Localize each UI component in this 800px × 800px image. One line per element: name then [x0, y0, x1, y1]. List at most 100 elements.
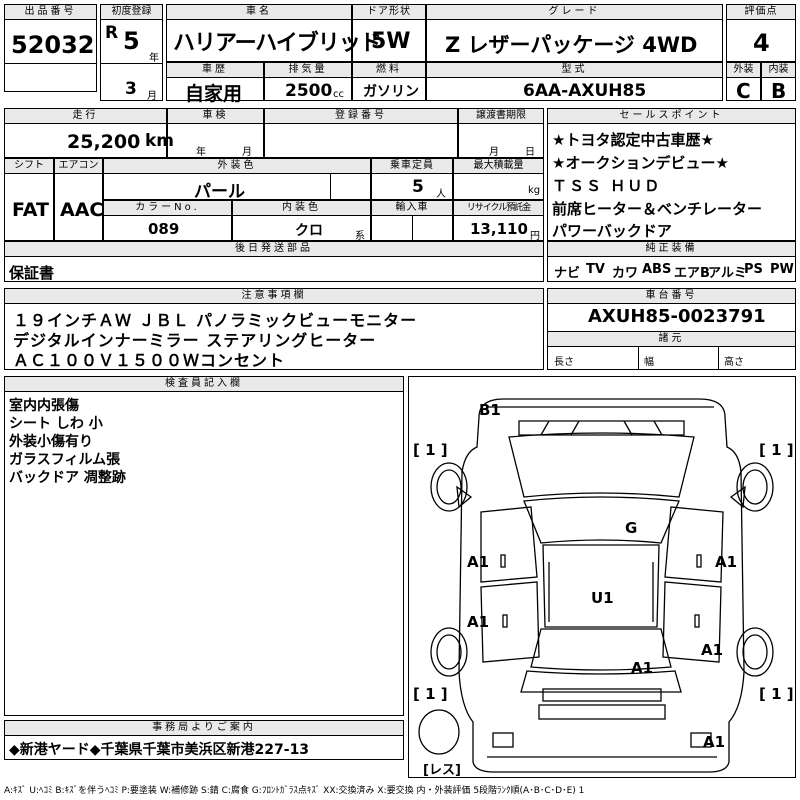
tire-rear-left: [ 1 ]	[413, 685, 448, 703]
sales-point-3: ＴＳＳ ＨＵＤ	[552, 177, 662, 195]
fuel-header: 燃料	[353, 63, 425, 78]
inspector-note-4: ガラスフィルム張	[9, 452, 121, 468]
import-header: 輸入車	[372, 201, 452, 216]
score-header: 評価点	[727, 5, 795, 20]
exterior-header: 外装	[727, 63, 760, 78]
door-type: 5W	[371, 29, 411, 54]
inspector-header: 検査員記入欄	[5, 377, 403, 392]
inspector-note-1: 室内内張傷	[9, 398, 79, 414]
door-header: ドア形状	[353, 5, 425, 20]
score: 4	[753, 29, 770, 57]
first-reg-header: 初度登録	[101, 5, 162, 20]
int-color-suffix: 系	[355, 231, 365, 242]
sales-point-5: パワーバックドア	[552, 222, 672, 240]
sales-point-4: 前席ヒーター＆ベンチレーター	[552, 200, 763, 218]
damage-mark-u1: U1	[591, 589, 614, 607]
genuine-header: 純正装備	[548, 242, 795, 257]
capacity-header: 乗車定員	[372, 159, 452, 174]
aircon-cell: エアコン AAC	[54, 158, 103, 241]
displacement-header: 排気量	[265, 63, 351, 78]
genuine-equipment-cell: 純正装備 ナビ TV カワ ABS エアB アルミ PS PW	[547, 241, 796, 282]
exterior-grade-cell: 外装 C	[726, 62, 761, 103]
notes-cell: 注意事項欄 １９インチＡＷ ＪＢＬ パノラミックビューモニター デジタルインナー…	[4, 288, 544, 370]
car-name: ハリアーハイブリッド	[173, 31, 382, 56]
month-unit: 月	[147, 91, 157, 102]
capacity-unit: 人	[436, 189, 446, 200]
inspector-note-5: バックドア 凋整跡	[9, 470, 126, 486]
fuel: ガソリン	[363, 84, 419, 100]
model-code-cell: 型式 6AA-AXUH85	[426, 62, 723, 101]
later-parts-header: 後日発送部品	[5, 242, 543, 257]
grade: Z レザーパッケージ 4WD	[445, 33, 698, 57]
import-cell: 輸入車	[371, 200, 453, 241]
damage-diagram: B1 G U1 A1 A1 A1 A1 A1 A1 [ 1 ] [ 1 ] [ …	[408, 376, 796, 778]
inspection-month-unit: 月	[242, 147, 252, 158]
dims-header: 諸元	[548, 331, 795, 347]
grade-cell: グレード Z レザーパッケージ 4WD	[426, 4, 723, 62]
genuine-item: アルミ	[708, 266, 747, 281]
max-load-header: 最大積載量	[454, 159, 543, 174]
inspector-note-3: 外装小傷有り	[9, 434, 93, 450]
aircon-header: エアコン	[55, 159, 102, 174]
damage-mark-g: G	[625, 519, 638, 537]
transfer-month-unit: 月	[489, 147, 499, 158]
tire-front-left: [ 1 ]	[413, 441, 448, 459]
model-code: 6AA-AXUH85	[523, 81, 647, 101]
history-cell: 車歴 自家用	[166, 62, 264, 105]
inspector-notes-cell: 検査員記入欄 室内内張傷 シート しわ 小 外装小傷有り ガラスフィルム張 バッ…	[4, 376, 404, 716]
sales-point-header: セールスポイント	[548, 109, 795, 124]
car-outline-diagram	[418, 398, 774, 773]
mileage: 25,200	[67, 131, 141, 153]
door-cell: ドア形状 5W	[352, 4, 426, 62]
office-header: 事務局よりご案内	[5, 721, 403, 736]
transfer-doc-header: 譲渡書期限	[459, 109, 543, 124]
int-color: クロ	[295, 223, 323, 239]
interior-grade: B	[771, 79, 787, 103]
ext-color: パール	[194, 182, 245, 202]
genuine-item: PW	[770, 262, 794, 277]
tire-rear-right: [ 1 ]	[759, 685, 794, 703]
score-cell: 評価点 4	[726, 4, 796, 62]
damage-mark-a1-rear-right: A1	[701, 641, 724, 659]
damage-mark-a1-front-left: A1	[467, 553, 490, 571]
damage-mark-a1-rear-left: A1	[467, 613, 490, 631]
dim-width-label: 幅	[644, 357, 654, 368]
car-name-cell: 車名 ハリアーハイブリッド	[166, 4, 382, 62]
note-line-3: ＡＣ１００Ｖ１５００Ｗコンセント	[13, 351, 286, 370]
color-no-header: カラーNo.	[104, 201, 231, 216]
damage-mark-a1-rear-center: A1	[631, 659, 654, 677]
inspection-cell: 車検 年 月	[167, 108, 264, 158]
model-code-header: 型式	[427, 63, 722, 78]
max-load-cell: 最大積載量 kg	[453, 158, 544, 200]
transfer-doc-cell: 譲渡書期限 月 日	[458, 108, 544, 158]
office-notice: ◆新港ヤード◆千葉県千葉市美浜区新港227-13	[9, 742, 310, 758]
lot-number-cell: 出品番号 52032	[4, 4, 97, 92]
max-load-unit: kg	[528, 185, 541, 196]
shift-header: シフト	[5, 159, 53, 174]
car-name-header: 車名	[167, 5, 351, 20]
displacement-cell: 排気量 2500 cc	[264, 62, 352, 101]
inspection-header: 車検	[168, 109, 263, 124]
shift: FAT	[12, 199, 49, 221]
sales-point-1: ★トヨタ認定中古車歴★	[552, 131, 714, 149]
sales-point-2: ★オークションデビュー★	[552, 154, 729, 172]
first-registration-cell: 初度登録 R 5 年 3 月	[100, 4, 163, 102]
displacement-unit: cc	[333, 89, 344, 100]
recycle-unit: 円	[530, 231, 540, 242]
chassis-cell: 車台番号 AXUH85-0023791 諸元 長さ 幅 高さ	[547, 288, 796, 370]
transfer-day-unit: 日	[525, 147, 535, 158]
aircon: AAC	[60, 199, 104, 221]
mileage-header: 走行	[5, 109, 166, 124]
mileage-cell: 走行 25,200 km	[4, 108, 174, 158]
ext-color-cell: 外装色 パール	[103, 158, 371, 202]
damage-mark-b1: B1	[479, 401, 501, 419]
capacity-cell: 乗車定員 5 人	[371, 158, 453, 200]
capacity: 5	[412, 177, 424, 197]
notes-header: 注意事項欄	[5, 289, 543, 304]
int-color-cell: 内装色 クロ 系	[232, 200, 371, 242]
inspector-note-2: シート しわ 小	[9, 416, 103, 432]
reg-number-cell: 登録番号	[264, 108, 458, 158]
recycle-cell: リサイクル預託金 13,110 円	[453, 200, 544, 242]
genuine-item: エアB	[674, 266, 710, 281]
history: 自家用	[185, 83, 243, 105]
